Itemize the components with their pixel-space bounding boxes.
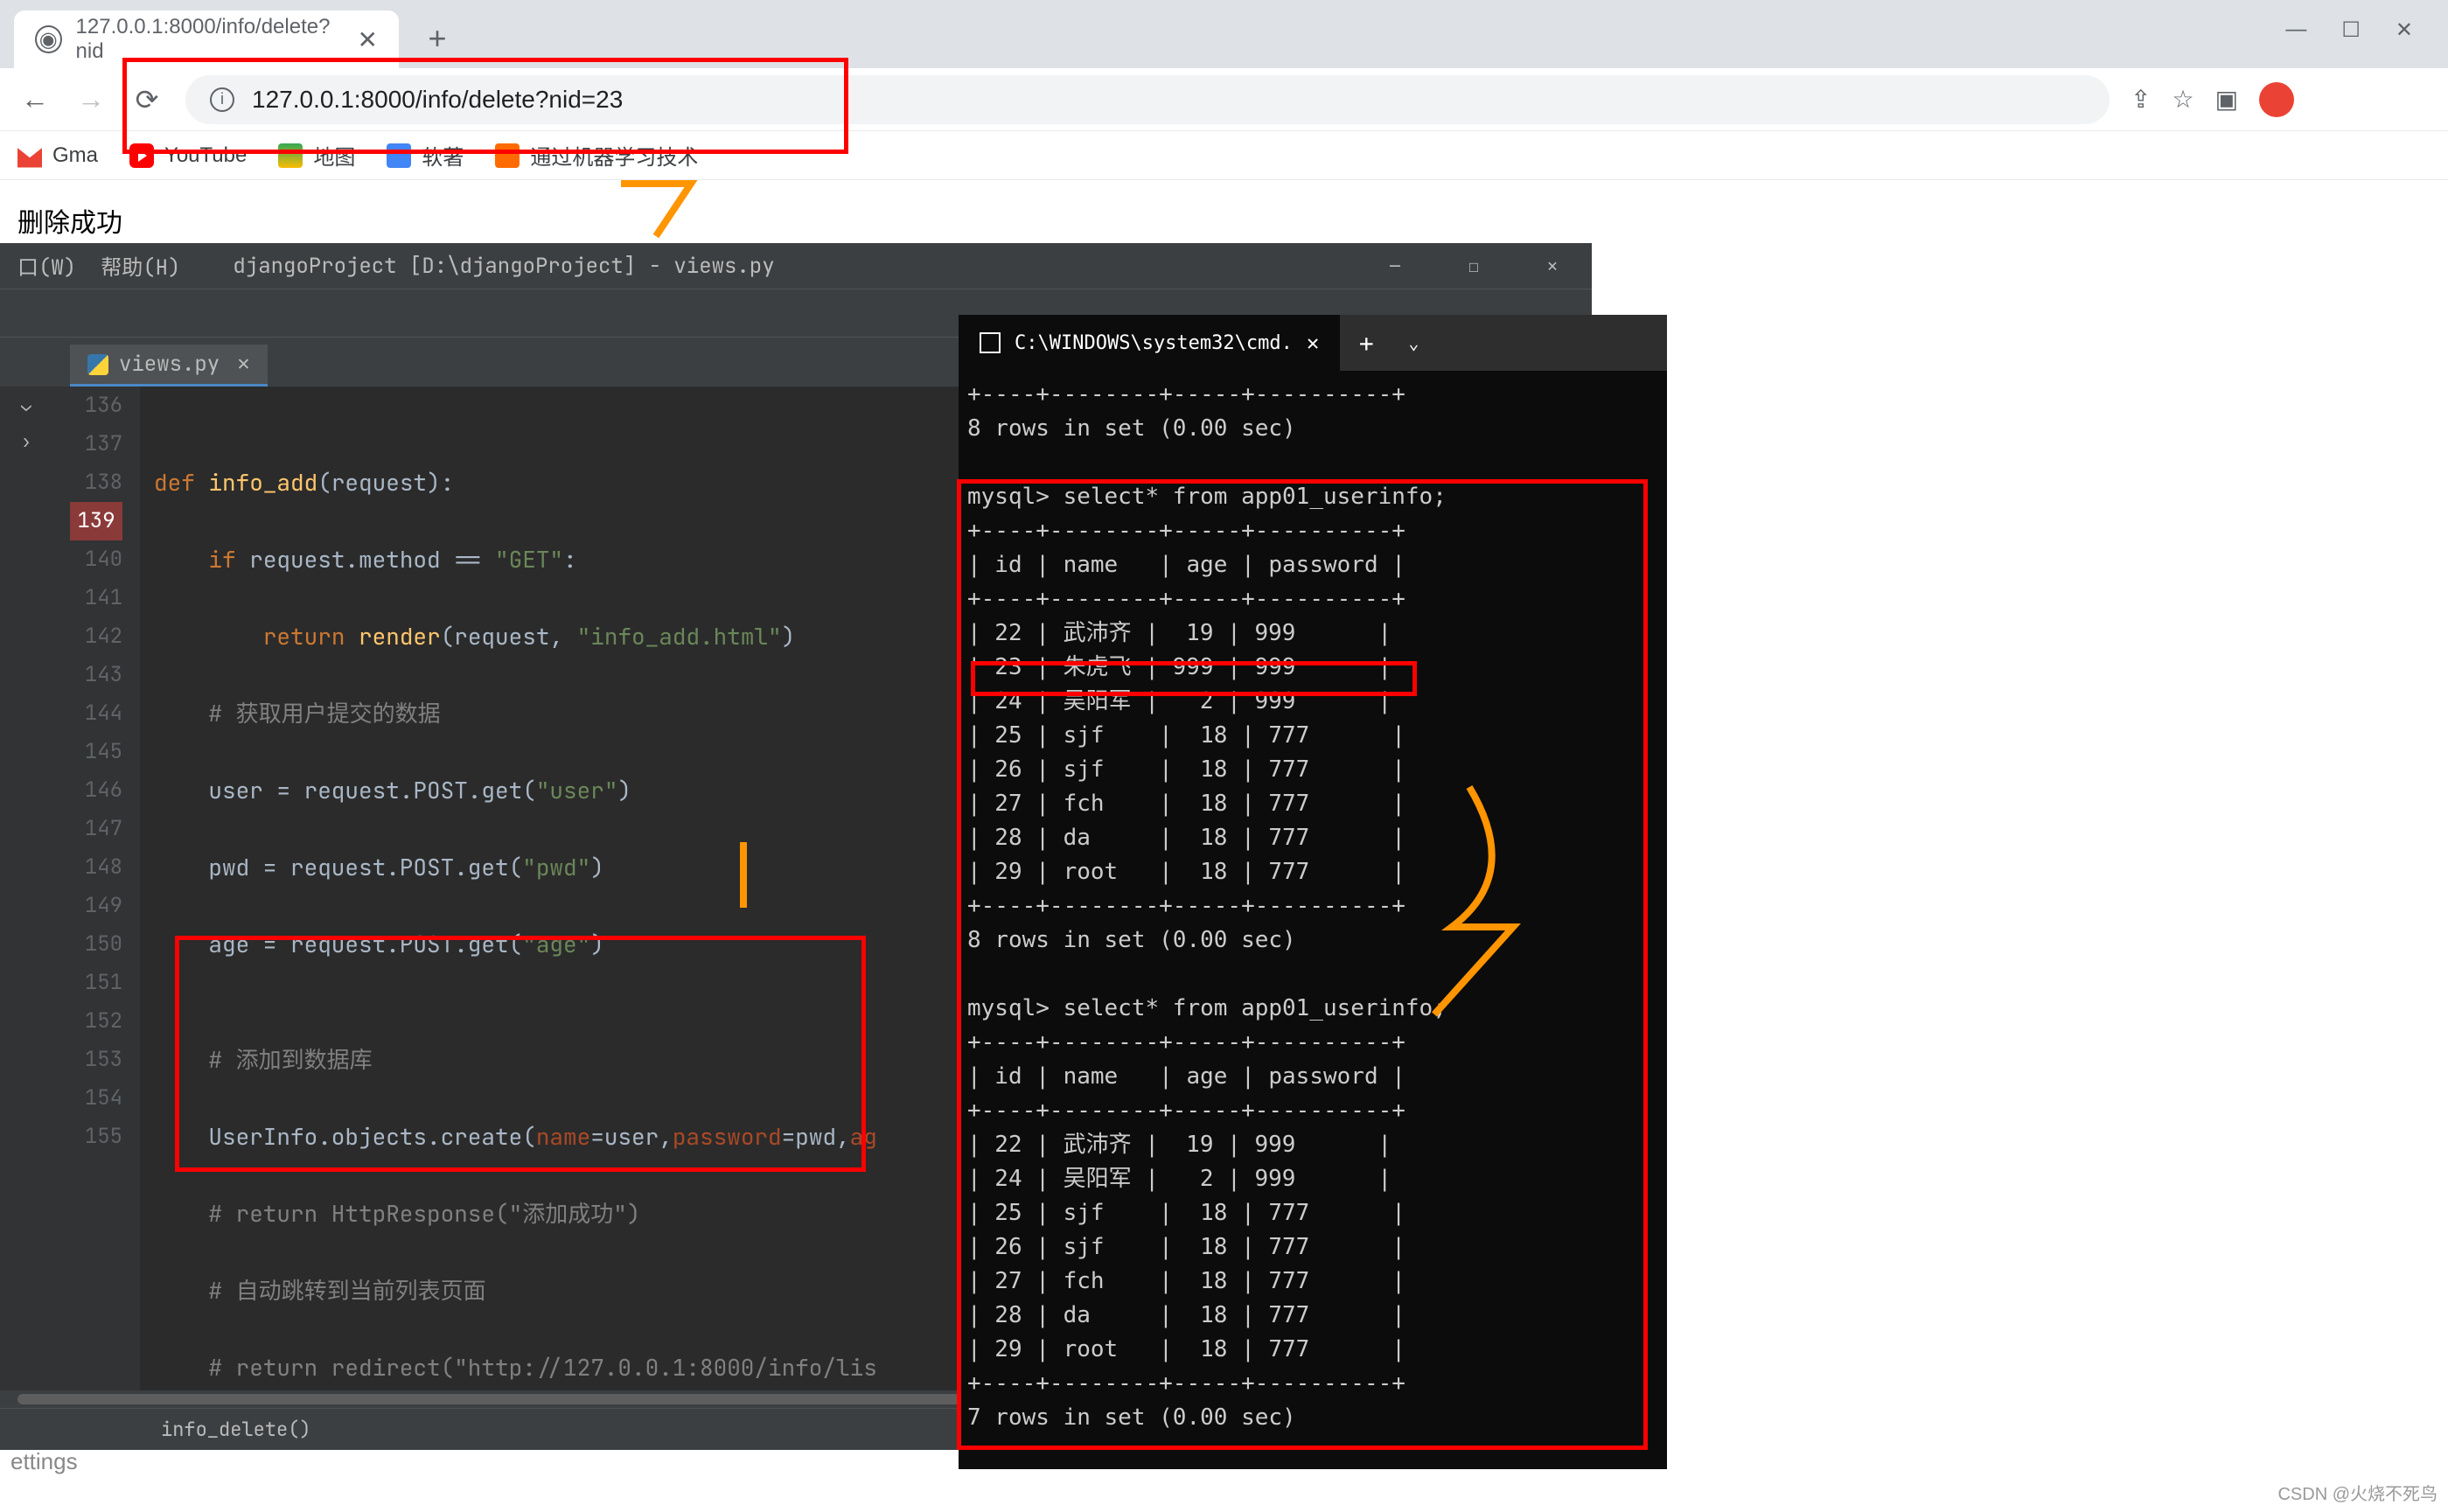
avatar[interactable] — [2259, 82, 2294, 117]
new-tab-button[interactable]: + — [413, 14, 462, 63]
terminal-window: C:\WINDOWS\system32\cmd. ✕ + ⌄ +----+---… — [959, 315, 1667, 1469]
close-icon[interactable]: ✕ — [2396, 17, 2413, 43]
forward-button[interactable]: → — [73, 82, 108, 117]
line-numbers: 136 137 138 139 140 141 142 143 144 145 … — [52, 387, 140, 1390]
gmail-icon — [17, 143, 42, 168]
python-icon — [87, 354, 108, 375]
breakpoint-icon[interactable]: 139 — [70, 502, 122, 540]
menu-window[interactable]: 口(W) — [17, 250, 76, 282]
menu-help[interactable]: 帮助(H) — [101, 250, 180, 282]
browser-tab[interactable]: ◉ 127.0.0.1:8000/info/delete?nid ✕ — [14, 10, 399, 68]
scroll-thumb[interactable] — [17, 1394, 1107, 1404]
status-fn: info_delete() — [161, 1417, 311, 1442]
close-icon[interactable]: ✕ — [1513, 243, 1592, 289]
ide-breadcrumb: djangoProject [D:\djangoProject] - views… — [233, 253, 774, 280]
response-text: 删除成功 — [17, 209, 122, 238]
ide-titlebar: 口(W) 帮助(H) djangoProject [D:\djangoProje… — [0, 243, 1592, 289]
youtube-icon — [129, 143, 154, 168]
address-bar[interactable]: i 127.0.0.1:8000/info/delete?nid=23 — [185, 75, 2110, 124]
maximize-icon[interactable]: ☐ — [1434, 243, 1513, 289]
tab-title: 127.0.0.1:8000/info/delete?nid — [76, 15, 344, 64]
close-icon[interactable]: ✕ — [358, 25, 378, 54]
back-button[interactable]: ← — [17, 82, 52, 117]
bookmark-map[interactable]: 地图 — [278, 140, 355, 171]
minimize-icon[interactable]: — — [2285, 17, 2306, 43]
close-icon[interactable]: ✕ — [1307, 331, 1319, 355]
bookmark-gmail[interactable]: Gma — [17, 143, 98, 168]
cmd-icon — [980, 332, 1001, 353]
chevron-right-icon[interactable]: › — [21, 430, 31, 453]
watermark: CSDN @火烧不死鸟 — [2277, 1480, 2438, 1505]
chevron-down-icon[interactable]: ⌄ — [1392, 332, 1434, 353]
info-icon[interactable]: i — [210, 87, 234, 112]
settings-text: ettings — [0, 1441, 88, 1482]
bookmark-youtube[interactable]: YouTube — [129, 143, 247, 168]
doc-icon — [387, 143, 411, 168]
browser-titlebar: ◉ 127.0.0.1:8000/info/delete?nid ✕ + — ☐… — [0, 0, 2448, 68]
share-icon[interactable]: ⇪ — [2131, 85, 2151, 114]
new-tab-button[interactable]: + — [1340, 315, 1392, 371]
terminal-tab[interactable]: C:\WINDOWS\system32\cmd. ✕ — [959, 315, 1340, 371]
browser-toolbar: ← → ⟳ i 127.0.0.1:8000/info/delete?nid=2… — [0, 68, 2448, 131]
tab-views-py[interactable]: views.py ✕ — [70, 345, 268, 387]
url-text: 127.0.0.1:8000/info/delete?nid=23 — [252, 86, 623, 114]
terminal-output[interactable]: +----+--------+-----+----------+ 8 rows … — [959, 371, 1667, 1469]
fold-gutter: ⌄ › — [0, 387, 52, 1390]
terminal-titlebar: C:\WINDOWS\system32\cmd. ✕ + ⌄ — [959, 315, 1667, 371]
extensions-icon[interactable]: ▣ — [2215, 85, 2238, 114]
bookmarks-bar: Gma YouTube 地图 软著 通过机器学习技术 — [0, 131, 2448, 180]
bookmark-ml[interactable]: 通过机器学习技术 — [495, 140, 698, 171]
star-icon[interactable]: ☆ — [2172, 85, 2193, 114]
maximize-icon[interactable]: ☐ — [2341, 17, 2361, 43]
minimize-icon[interactable]: — — [1356, 243, 1434, 289]
map-icon — [278, 143, 303, 168]
globe-icon: ◉ — [35, 25, 62, 53]
reload-button[interactable]: ⟳ — [129, 82, 164, 117]
window-controls: — ☐ ✕ — [2250, 0, 2448, 60]
chevron-down-icon[interactable]: ⌄ — [21, 394, 31, 416]
bookmark-ruan[interactable]: 软著 — [387, 140, 464, 171]
book-icon — [495, 143, 520, 168]
close-icon[interactable]: ✕ — [237, 351, 249, 378]
